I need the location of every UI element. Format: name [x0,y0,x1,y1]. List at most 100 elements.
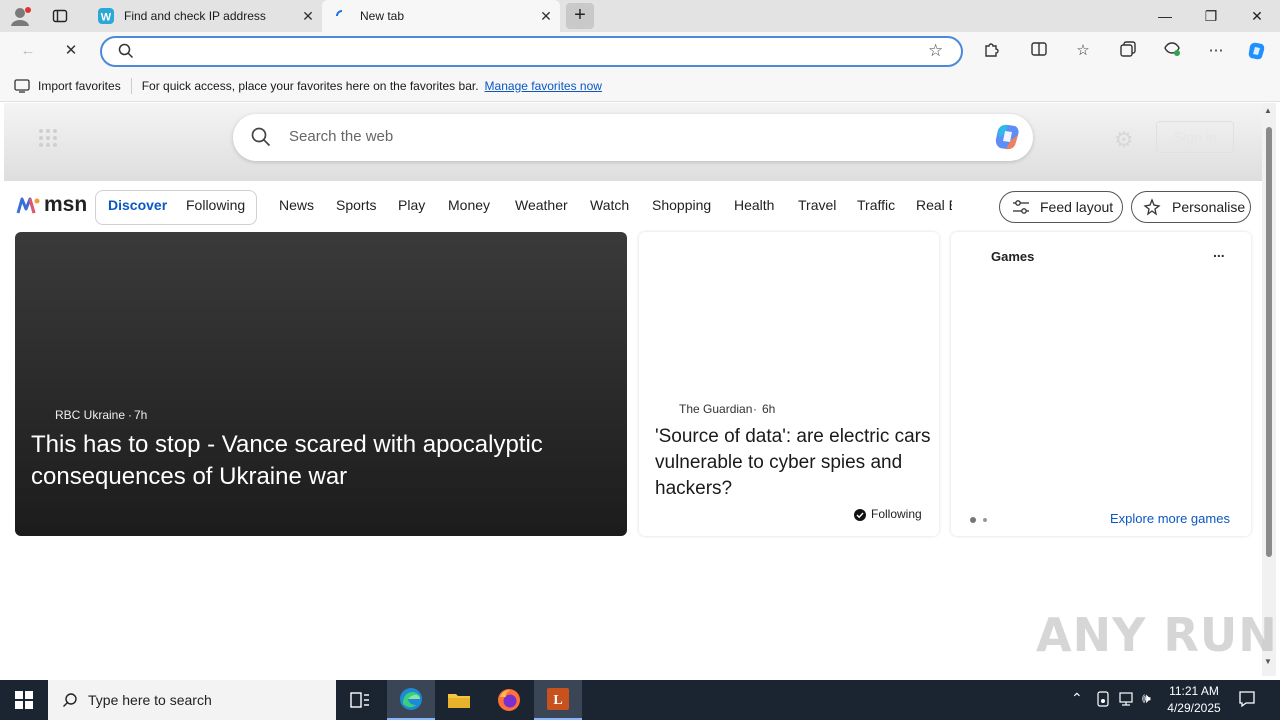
address-bar[interactable]: ☆ [100,36,963,67]
hero-news-card[interactable]: RBC Ukraine · 7h This has to stop - Vanc… [15,232,627,536]
manage-favorites-link[interactable]: Manage favorites now [485,79,602,93]
import-favorites-button[interactable]: Import favorites [38,79,121,93]
nav-sports[interactable]: Sports [336,197,376,213]
import-favorites-icon[interactable] [14,78,30,93]
newtab-header: Search the web ⚙ Sign in [4,103,1262,181]
edge-loading-icon [334,8,350,24]
nav-money[interactable]: Money [448,197,490,213]
sliders-icon [1012,199,1030,218]
search-icon [251,127,271,152]
taskbar-search-input[interactable]: Type here to search [88,692,212,708]
nav-weather[interactable]: Weather [515,197,568,213]
nav-travel[interactable]: Travel [798,197,836,213]
nav-play[interactable]: Play [398,197,425,213]
feed-layout-label: Feed layout [1040,199,1114,215]
app-l-icon[interactable]: L [534,680,582,720]
nav-health[interactable]: Health [734,197,774,213]
copilot-icon[interactable] [992,122,1024,157]
notifications-icon[interactable] [1238,690,1256,713]
dot-separator: · [753,402,757,416]
scrollbar-thumb[interactable] [1266,127,1272,557]
article-card[interactable]: The Guardian · 6h 'Source of data': are … [639,232,939,536]
extensions-icon[interactable] [980,40,1002,62]
stop-loading-icon[interactable]: ✕ [60,40,82,62]
card-source: The Guardian [679,402,753,416]
tab-title: Find and check IP address [124,9,266,23]
split-screen-icon[interactable] [1028,40,1050,62]
nav-traffic[interactable]: Traffic [857,197,895,213]
msn-logo-text[interactable]: msn [44,193,87,217]
clock-time[interactable]: 11:21 AM [1166,684,1222,698]
check-circle-icon [854,508,866,526]
windows-logo-icon [15,691,33,709]
feed-layout-button[interactable]: Feed layout [999,191,1123,223]
edge-taskbar-icon[interactable] [387,680,435,720]
dot-separator: · [128,408,132,422]
network-icon[interactable] [1118,691,1136,712]
windows-taskbar: Type here to search L ⌃ 🕪 11:21 AM 4/29/… [0,680,1280,720]
games-title: Games [991,249,1035,264]
msn-feed-nav: msn Discover Following News Sports Play … [4,181,1262,231]
profile-icon[interactable] [10,6,32,26]
card-headline[interactable]: 'Source of data': are electric cars vuln… [655,424,931,502]
following-badge[interactable]: Following [871,507,922,521]
nav-shopping[interactable]: Shopping [652,197,711,213]
close-tab-icon[interactable]: ✕ [532,8,560,25]
settings-gear-icon[interactable]: ⚙ [1114,127,1134,153]
new-tab-page: Search the web ⚙ Sign in msn Discover Fo… [4,103,1262,676]
carousel-dot-active[interactable] [970,517,976,523]
tab-discover[interactable]: Discover [108,197,167,213]
more-options-icon[interactable]: ... [1213,244,1225,260]
collections-icon[interactable] [1117,40,1139,62]
search-icon [62,692,78,711]
personalise-button[interactable]: Personalise [1131,191,1251,223]
network-status-icon[interactable] [1096,691,1110,712]
whoer-w-icon: W [98,8,114,24]
more-options-icon[interactable]: ⋯ [1205,40,1227,62]
close-window-icon[interactable]: ✕ [1234,0,1280,32]
card-headline[interactable]: This has to stop - Vance scared with apo… [31,429,591,493]
nav-news[interactable]: News [279,197,314,213]
favorites-icon[interactable]: ☆ [1072,40,1094,62]
card-time: 6h [762,402,776,416]
tab-strip: W Find and check IP address ✕ New tab ✕ … [0,0,1280,32]
personalise-label: Personalise [1172,199,1246,215]
new-tab-button[interactable]: + [566,3,594,29]
file-explorer-icon[interactable] [435,680,483,720]
minimize-icon[interactable]: — [1142,0,1188,32]
web-search-input[interactable]: Search the web [289,128,393,145]
explore-more-games-link[interactable]: Explore more games [1110,511,1230,526]
start-button[interactable] [0,680,48,720]
tab-find-ip[interactable]: W Find and check IP address ✕ [86,0,322,32]
scroll-up-icon[interactable]: ▲ [1264,106,1272,115]
clock-date[interactable]: 4/29/2025 [1164,701,1224,715]
nav-watch[interactable]: Watch [590,197,629,213]
divider [130,77,132,94]
task-view-icon[interactable] [336,680,384,720]
tab-following[interactable]: Following [186,197,245,213]
browser-essentials-icon[interactable] [1161,40,1183,62]
nav-real-estate[interactable]: Real E [916,197,952,213]
back-icon[interactable]: ← [17,40,39,62]
close-tab-icon[interactable]: ✕ [294,8,322,25]
tab-actions-icon[interactable] [52,8,68,24]
apps-grid-icon[interactable] [38,128,58,153]
firefox-icon[interactable] [485,680,533,720]
copilot-icon[interactable] [1246,40,1268,62]
msn-logo-icon[interactable] [16,195,42,222]
vertical-scrollbar[interactable]: ▲ ▼ [1262,103,1276,676]
tab-new-tab[interactable]: New tab ✕ [322,0,560,32]
tab-title: New tab [360,9,405,23]
taskbar-search-box[interactable]: Type here to search [48,680,336,720]
web-search-box[interactable]: Search the web [233,114,1033,161]
anyrun-watermark: ANY RUN [1036,608,1278,662]
show-hidden-icons-chevron-icon[interactable]: ⌃ [1071,690,1083,707]
restore-icon[interactable]: ❐ [1188,0,1234,32]
card-source: RBC Ukraine [55,408,126,422]
sign-in-button[interactable]: Sign in [1156,121,1234,153]
favorite-star-icon[interactable]: ☆ [928,41,943,61]
volume-icon[interactable]: 🕪 [1142,690,1151,707]
sparkle-star-icon [1142,198,1162,219]
carousel-dot[interactable] [983,518,987,522]
favorites-bar: Import favorites For quick access, place… [0,70,1280,102]
